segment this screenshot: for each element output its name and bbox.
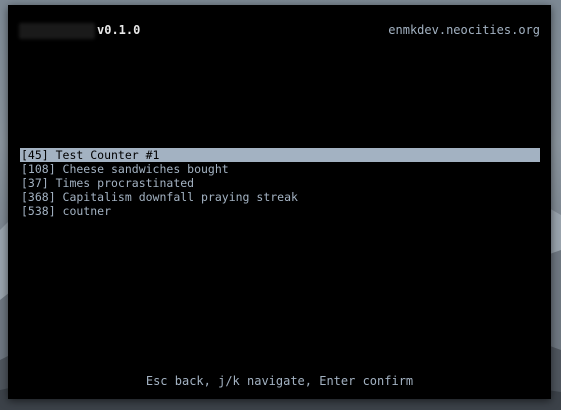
terminal-window: v0.1.0 enmkdev.neocities.org [45] Test C… bbox=[8, 5, 551, 399]
counter-item[interactable]: [37] Times procrastinated bbox=[20, 176, 540, 190]
app-version: v0.1.0 bbox=[97, 23, 141, 37]
counter-item[interactable]: [538] coutner bbox=[20, 204, 540, 218]
app-header: v0.1.0 enmkdev.neocities.org bbox=[8, 5, 551, 55]
keybinding-help: Esc back, j/k navigate, Enter confirm bbox=[145, 374, 414, 388]
app-name-redacted bbox=[19, 23, 95, 39]
counter-item[interactable]: [368] Capitalism downfall praying streak bbox=[20, 190, 540, 204]
counter-item[interactable]: [108] Cheese sandwiches bought bbox=[20, 162, 540, 176]
site-link[interactable]: enmkdev.neocities.org bbox=[388, 21, 540, 39]
counter-list: [45] Test Counter #1 [108] Cheese sandwi… bbox=[20, 148, 540, 218]
counter-item-selected[interactable]: [45] Test Counter #1 bbox=[20, 148, 540, 162]
